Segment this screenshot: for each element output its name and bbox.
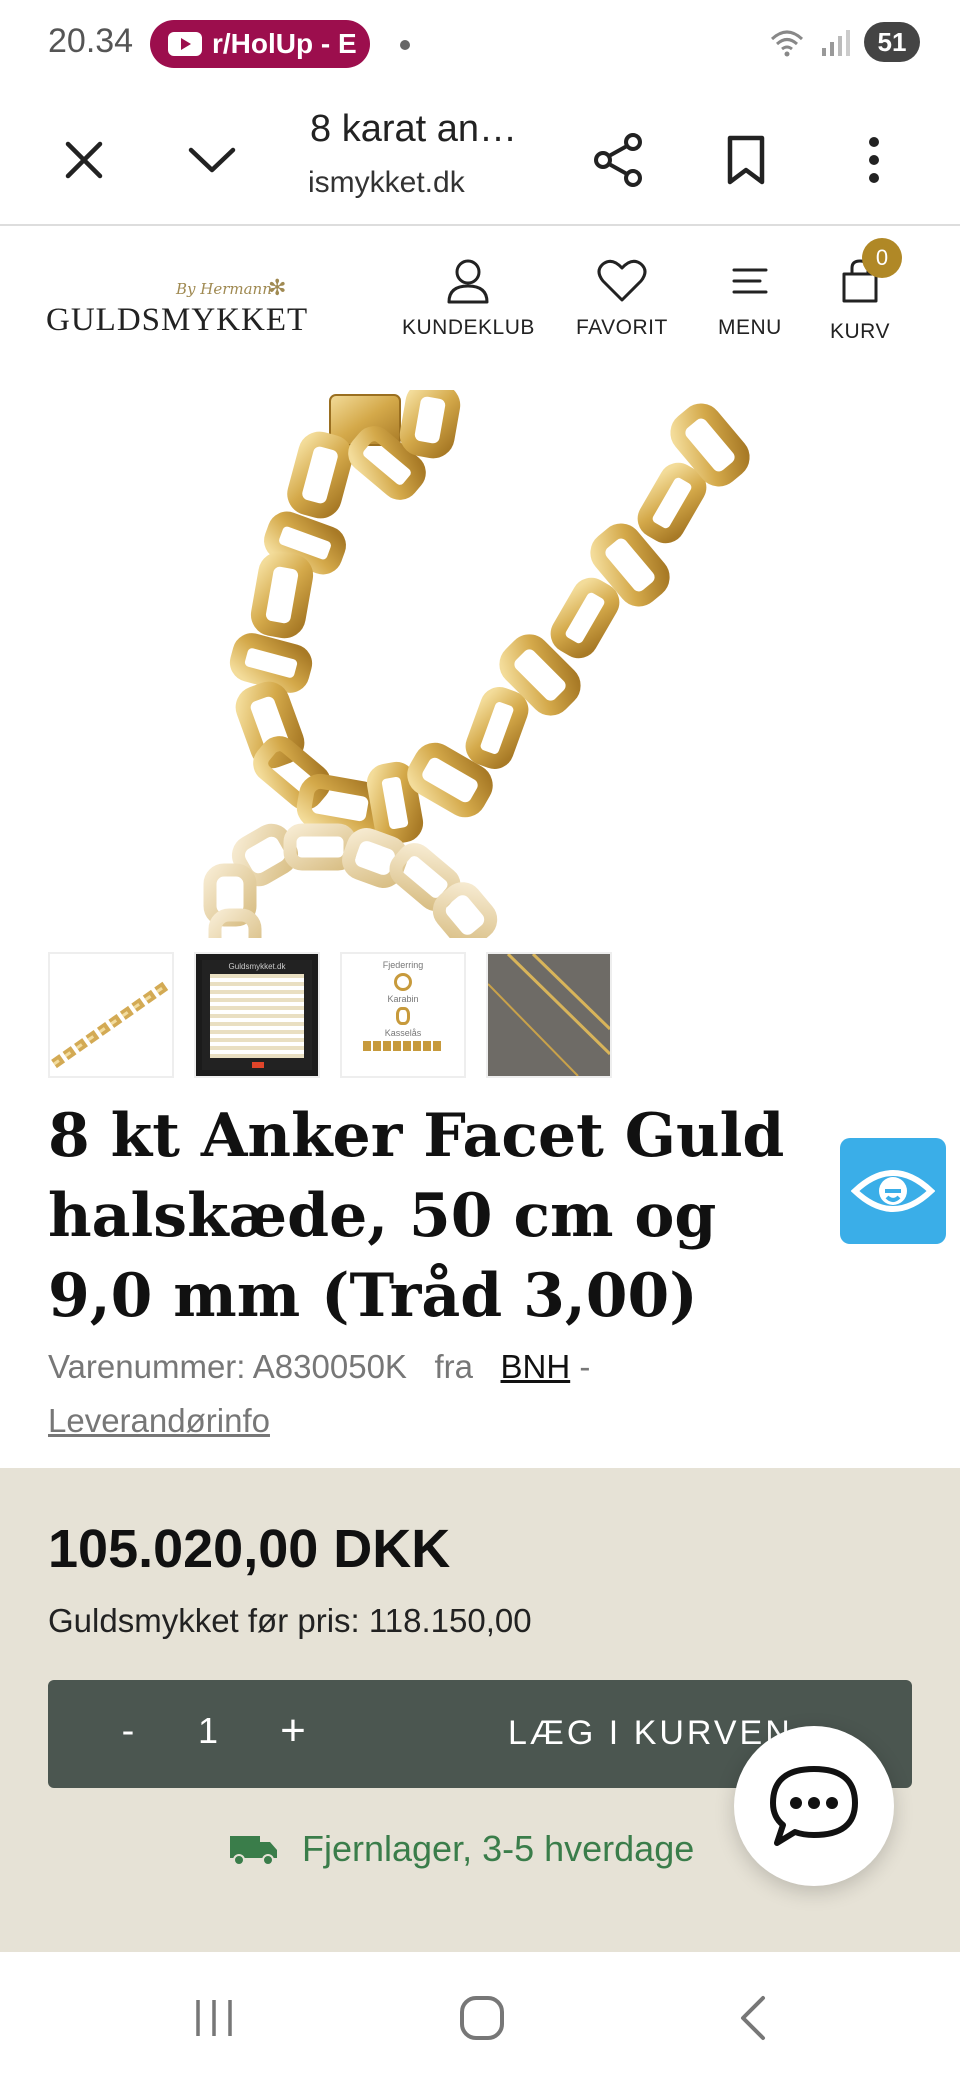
box-clasp-icon — [363, 1041, 443, 1051]
stock-status-label: Fjernlager, 3-5 hverdage — [302, 1828, 695, 1869]
menu-icon — [732, 268, 768, 294]
signal-icon — [822, 30, 850, 56]
chevron-down-icon — [188, 147, 236, 173]
page-url[interactable]: ismykket.dk — [308, 166, 465, 200]
worn-chain-thumbnail — [488, 954, 610, 1076]
wifi-icon — [770, 30, 804, 57]
thumbnail-strip: Guldsmykket.dk Fjederring Karabin Kassel… — [48, 952, 612, 1078]
size-chart-thumbnail: Guldsmykket.dk — [202, 960, 312, 1070]
before-price: Guldsmykket før pris: 118.150,00 — [48, 1602, 532, 1639]
quantity-decrease-button[interactable]: - — [108, 1710, 148, 1753]
nav-kundeklub-label: KUNDEKLUB — [402, 316, 535, 339]
clasp-label-kasselas: Kasselås — [384, 1028, 422, 1038]
home-button[interactable] — [452, 1988, 512, 2048]
system-icons: 51 — [768, 22, 920, 62]
thumbnail-1[interactable] — [48, 952, 174, 1078]
product-price: 105.020,00 DKK — [48, 1519, 451, 1579]
close-button[interactable] — [44, 120, 124, 200]
product-meta: Varenummer: A830050K fra BNH - Leverandø… — [48, 1340, 928, 1448]
heart-icon — [597, 259, 647, 302]
thumbnail-2[interactable]: Guldsmykket.dk — [194, 952, 320, 1078]
delivery-truck-icon — [230, 1836, 277, 1866]
add-to-cart-button[interactable]: LÆG I KURVEN — [508, 1714, 793, 1753]
eye-icon — [851, 1170, 935, 1212]
karabin-clasp-icon — [396, 1007, 410, 1025]
thumbnail-3[interactable]: Fjederring Karabin Kasselås — [340, 952, 466, 1078]
notification-pill[interactable]: r/HolUp - E — [150, 20, 370, 68]
user-icon — [447, 259, 489, 304]
bee-icon: ✻ — [268, 276, 287, 301]
cart-icon-wrap: 0 — [840, 238, 902, 308]
bookmark-button[interactable] — [706, 120, 786, 200]
stock-status: Fjernlager, 3-5 hverdage — [230, 1828, 694, 1870]
quantity-increase-button[interactable]: + — [268, 1706, 318, 1756]
home-icon — [460, 1996, 504, 2040]
item-number: Varenummer: A830050K — [48, 1348, 407, 1385]
status-bar: 20.34 r/HolUp - E 51 — [0, 0, 960, 90]
battery-indicator: 51 — [864, 22, 920, 62]
cart-count-badge: 0 — [861, 238, 902, 278]
back-icon — [741, 1996, 765, 2040]
chat-icon — [770, 1766, 858, 1846]
meta-separator: - — [579, 1348, 591, 1385]
product-title: 8 kt Anker Facet Guld halskæde, 50 cm og… — [48, 1101, 785, 1331]
nav-menu-label: MENU — [718, 316, 782, 339]
ring-clasp-icon — [394, 973, 412, 991]
nav-kundeklub[interactable]: KUNDEKLUB — [402, 258, 535, 340]
clasp-label-karabin: Karabin — [387, 994, 419, 1004]
supplier-info-link[interactable]: Leverandørinfo — [48, 1402, 270, 1439]
share-button[interactable] — [578, 120, 658, 200]
page-title[interactable]: 8 karat an… — [310, 108, 550, 151]
supplier-link[interactable]: BNH — [501, 1348, 571, 1385]
nav-favorit[interactable]: FAVORIT — [576, 258, 668, 340]
status-time: 20.34 — [48, 22, 134, 60]
logo-tagline: By Hermann — [176, 280, 272, 298]
system-nav-bar — [0, 1952, 960, 2080]
bookmark-icon — [727, 135, 765, 185]
recent-apps-icon — [196, 2000, 232, 2036]
quantity-value[interactable]: 1 — [188, 1710, 228, 1752]
recent-apps-button[interactable] — [184, 1988, 244, 2048]
size-chart-header: Guldsmykket.dk — [228, 962, 286, 971]
back-button[interactable] — [722, 1988, 782, 2048]
more-vertical-icon — [869, 137, 879, 183]
accessibility-widget[interactable] — [840, 1138, 946, 1244]
notification-label: r/HolUp - E — [212, 28, 357, 59]
notification-dot — [400, 40, 410, 50]
collapse-button[interactable] — [172, 120, 252, 200]
youtube-icon — [168, 32, 202, 56]
clasp-label-fjederring: Fjederring — [382, 960, 424, 970]
size-chart-logo — [252, 1062, 264, 1068]
gold-chain-image — [203, 390, 750, 938]
close-icon — [65, 141, 103, 179]
nav-kurv-label: KURV — [830, 320, 890, 343]
share-icon — [594, 133, 642, 187]
chat-button[interactable] — [734, 1726, 894, 1886]
browser-toolbar: 8 karat an… ismykket.dk — [0, 90, 960, 226]
site-logo[interactable]: By Hermann ✻ GULDSMYKKET — [46, 276, 307, 350]
size-chart-rows — [210, 974, 304, 1058]
clasp-types-thumbnail: Fjederring Karabin Kasselås — [342, 954, 464, 1076]
logo-name: GULDSMYKKET — [46, 302, 309, 338]
more-options-button[interactable] — [834, 120, 914, 200]
thumbnail-4[interactable] — [486, 952, 612, 1078]
nav-menu[interactable]: MENU — [718, 258, 782, 340]
nav-kurv[interactable]: 0 KURV — [830, 238, 902, 344]
chain-thumbnail — [51, 979, 171, 1069]
from-label: fra — [434, 1348, 473, 1385]
product-main-image[interactable] — [0, 390, 960, 938]
site-header: By Hermann ✻ GULDSMYKKET KUNDEKLUB FAVOR… — [0, 228, 960, 388]
nav-favorit-label: FAVORIT — [576, 316, 668, 339]
